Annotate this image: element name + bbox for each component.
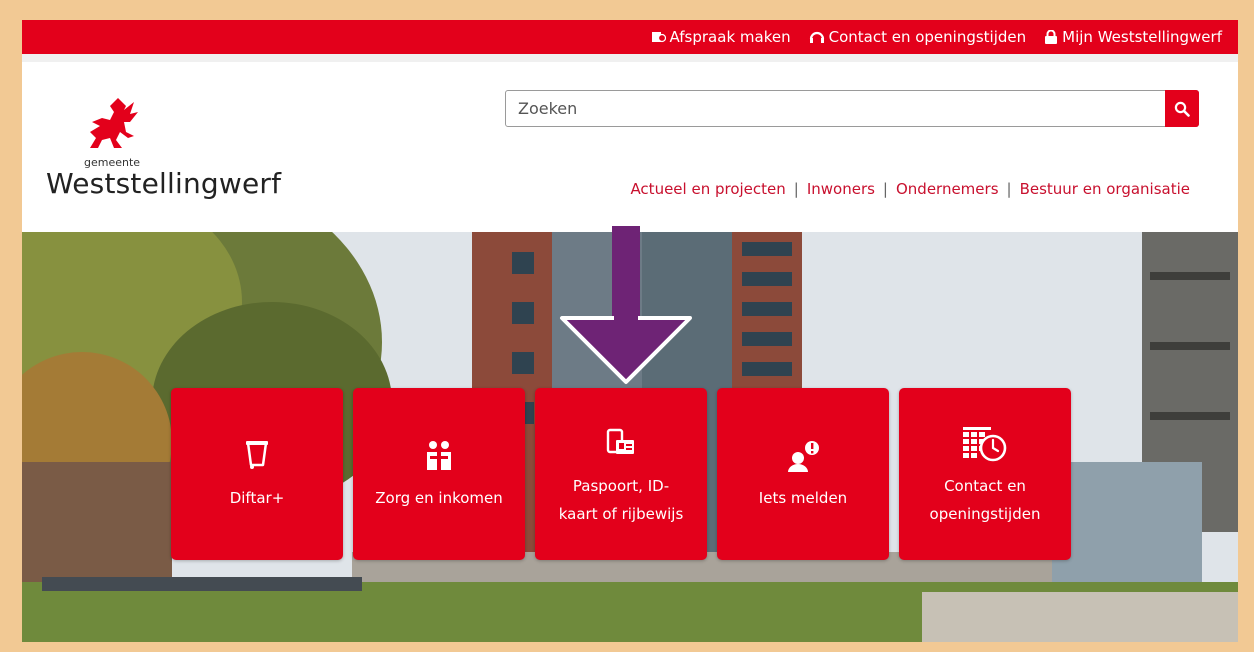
- headset-icon: [809, 31, 824, 43]
- appointment-link-label: Afspraak maken: [669, 28, 791, 46]
- top-bar: Afspraak maken Contact en openingstijden…: [22, 20, 1238, 54]
- id-card-icon: [606, 428, 634, 454]
- main-navigation: Actueel en projecten | Inwoners | Ondern…: [630, 178, 1190, 200]
- search-icon: [1174, 101, 1190, 117]
- annotation-arrow: [560, 226, 692, 384]
- my-weststellingwerf-link[interactable]: Mijn Weststellingwerf: [1044, 28, 1222, 46]
- tile-contact-label-line1: Contact en: [944, 477, 1026, 495]
- tile-diftar-label: Diftar+: [229, 489, 285, 507]
- calendar-clock-icon: [963, 427, 1007, 462]
- people-care-icon: [427, 441, 451, 470]
- tile-diftar[interactable]: Diftar+: [171, 388, 343, 560]
- header-divider: [22, 54, 1238, 62]
- tile-report-issue[interactable]: Iets melden: [717, 388, 889, 560]
- nav-separator: |: [882, 180, 888, 198]
- municipality-logo[interactable]: gemeente Weststellingwerf: [46, 94, 286, 204]
- search-button[interactable]: [1165, 90, 1199, 127]
- logo-big-text: Weststellingwerf: [46, 167, 282, 200]
- appointment-link[interactable]: Afspraak maken: [651, 28, 791, 46]
- my-weststellingwerf-label: Mijn Weststellingwerf: [1062, 28, 1222, 46]
- contact-link[interactable]: Contact en openingstijden: [809, 28, 1027, 46]
- tile-care-income-label: Zorg en inkomen: [375, 489, 503, 507]
- nav-item-entrepreneurs[interactable]: Ondernemers: [896, 180, 999, 198]
- nav-item-residents[interactable]: Inwoners: [807, 180, 875, 198]
- tile-passport-label-line1: Paspoort, ID-: [572, 477, 670, 495]
- contact-link-label: Contact en openingstijden: [828, 28, 1027, 46]
- lock-icon: [1045, 30, 1058, 44]
- tile-contact-label-line2: openingstijden: [929, 505, 1041, 523]
- person-alert-icon: [788, 441, 819, 472]
- tile-care-income[interactable]: Zorg en inkomen: [353, 388, 525, 560]
- nav-separator: |: [793, 180, 799, 198]
- search-box: [505, 90, 1199, 127]
- tile-passport-id-license[interactable]: Paspoort, ID- kaart of rijbewijs: [535, 388, 707, 560]
- nav-item-news-projects[interactable]: Actueel en projecten: [630, 180, 785, 198]
- search-input[interactable]: [506, 91, 1180, 126]
- tile-contact-hours[interactable]: Contact en openingstijden: [899, 388, 1071, 560]
- waste-bin-icon: [246, 441, 268, 469]
- tile-report-issue-label: Iets melden: [758, 489, 848, 507]
- calendar-clock-icon: [651, 32, 666, 43]
- nav-item-governance[interactable]: Bestuur en organisatie: [1020, 180, 1190, 198]
- nav-separator: |: [1006, 180, 1012, 198]
- page-frame: Afspraak maken Contact en openingstijden…: [22, 20, 1238, 642]
- griffin-logo-icon: [90, 98, 138, 148]
- tile-passport-label-line2: kaart of rijbewijs: [558, 505, 684, 523]
